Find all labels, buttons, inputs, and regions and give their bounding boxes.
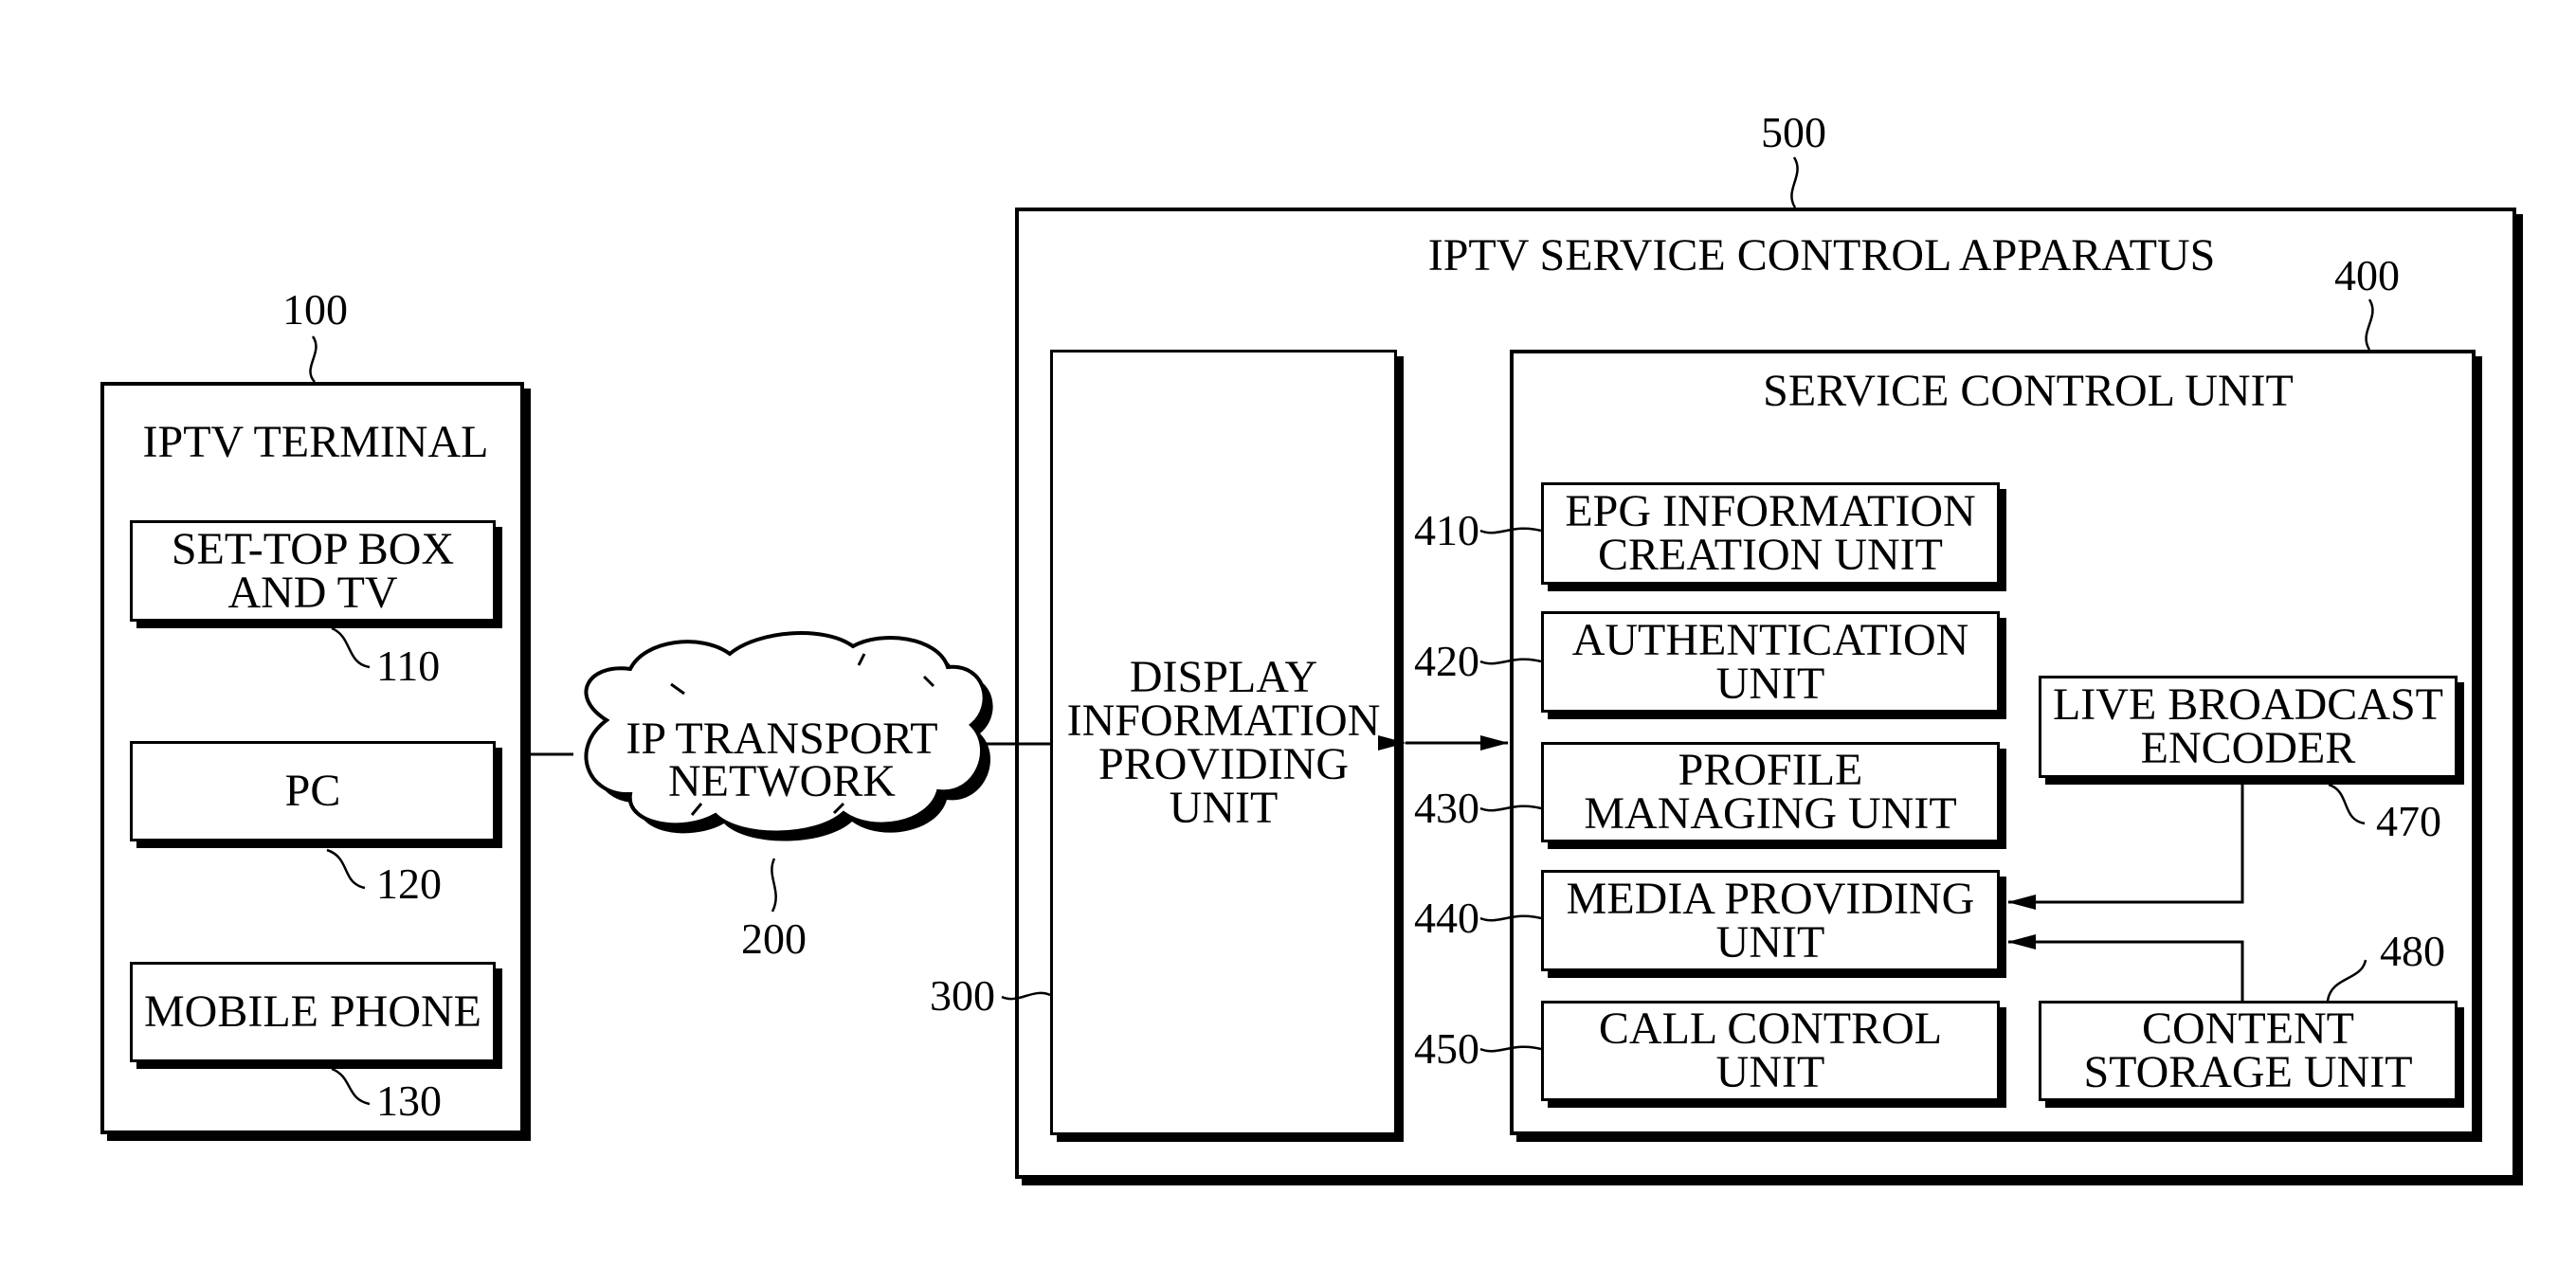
- authentication-unit: AUTHENTICATION UNIT: [1541, 611, 2000, 713]
- display-unit-label: DISPLAY INFORMATION PROVIDING UNIT: [1066, 651, 1381, 833]
- leader-100: [309, 335, 317, 383]
- unit-label: PROFILE MANAGING UNIT: [1584, 745, 1957, 839]
- profile-managing-unit: PROFILE MANAGING UNIT: [1541, 742, 2000, 842]
- device-set-top-box: SET-TOP BOX AND TV: [130, 520, 496, 622]
- ref-130: 130: [376, 1076, 442, 1125]
- ref-300: 300: [930, 971, 995, 1020]
- device-mobile-phone: MOBILE PHONE: [130, 962, 496, 1062]
- ref-120: 120: [376, 859, 442, 908]
- ref-480: 480: [2380, 927, 2445, 975]
- leader-200: [771, 858, 777, 913]
- ref-430: 430: [1414, 784, 1479, 832]
- content-storage-unit: CONTENT STORAGE UNIT: [2039, 1001, 2458, 1101]
- unit-label: EPG INFORMATION CREATION UNIT: [1565, 486, 1976, 580]
- unit-label: CONTENT STORAGE UNIT: [2083, 1004, 2413, 1097]
- device-pc: PC: [130, 741, 496, 841]
- live-broadcast-encoder: LIVE BROADCAST ENCODER: [2039, 676, 2458, 778]
- device-label: SET-TOP BOX AND TV: [171, 523, 455, 618]
- device-label: PC: [284, 766, 341, 816]
- ref-100: 100: [282, 285, 348, 334]
- apparatus-title: IPTV SERVICE CONTROL APPARATUS: [1427, 230, 2216, 280]
- ref-200: 200: [741, 914, 807, 963]
- ip-transport-network-label: IP TRANSPORT NETWORK: [626, 714, 938, 806]
- device-label: MOBILE PHONE: [144, 986, 481, 1037]
- call-control-unit: CALL CONTROL UNIT: [1541, 1001, 2000, 1101]
- terminal-title: IPTV TERMINAL: [142, 417, 489, 467]
- unit-label: LIVE BROADCAST ENCODER: [2052, 679, 2443, 773]
- ref-440: 440: [1414, 894, 1479, 942]
- ref-110: 110: [376, 642, 441, 690]
- unit-label: AUTHENTICATION UNIT: [1571, 614, 1969, 709]
- ref-500: 500: [1761, 108, 1826, 156]
- ref-410: 410: [1414, 506, 1479, 554]
- unit-label: MEDIA PROVIDING UNIT: [1566, 873, 1975, 968]
- epg-information-creation-unit: EPG INFORMATION CREATION UNIT: [1541, 482, 2000, 585]
- service-control-title: SERVICE CONTROL UNIT: [1763, 366, 2294, 416]
- leader-500: [1790, 156, 1799, 208]
- unit-label: CALL CONTROL UNIT: [1598, 1004, 1943, 1097]
- ref-450: 450: [1414, 1024, 1479, 1073]
- media-providing-unit: MEDIA PROVIDING UNIT: [1541, 870, 2000, 971]
- ref-400: 400: [2334, 251, 2400, 299]
- ref-470: 470: [2376, 797, 2441, 845]
- display-information-providing-unit: DISPLAY INFORMATION PROVIDING UNIT: [1050, 350, 1397, 1135]
- ref-420: 420: [1414, 637, 1479, 685]
